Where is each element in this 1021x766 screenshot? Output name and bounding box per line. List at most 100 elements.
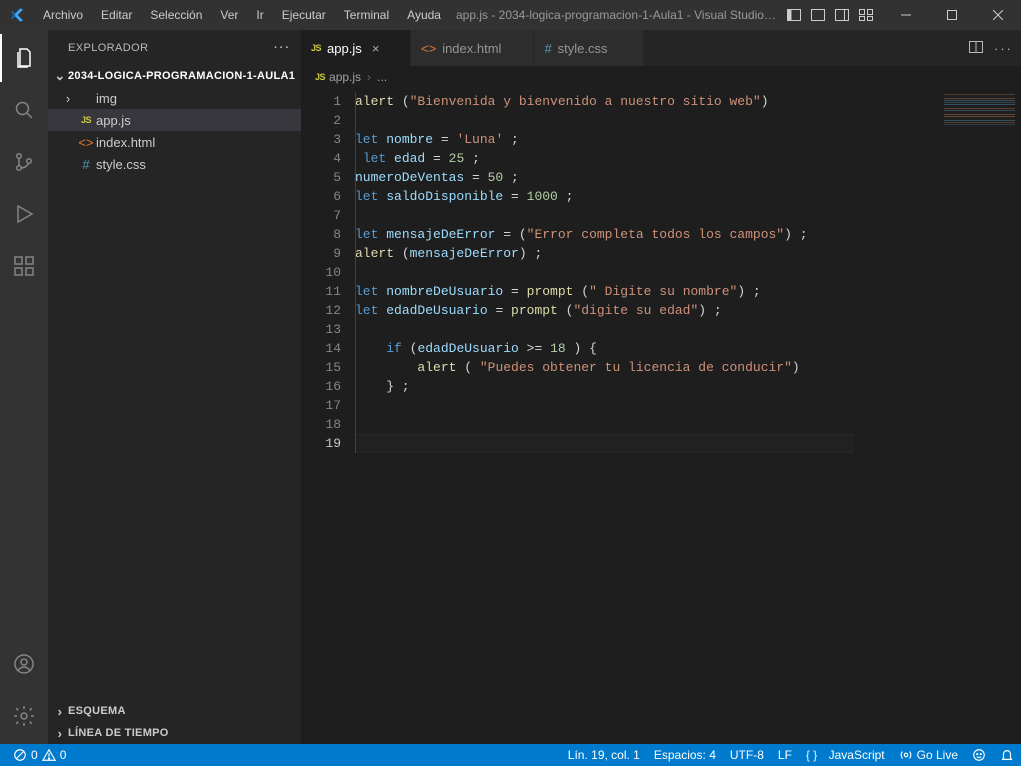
code-line: let mensajeDeError = ("Error completa to…: [355, 225, 937, 244]
code-line: let nombreDeUsuario = prompt (" Digite s…: [355, 282, 937, 301]
file-tree-item-label: app.js: [96, 113, 131, 128]
js-file-icon: JS: [311, 43, 321, 53]
file-tree-item-label: style.css: [96, 157, 146, 172]
activity-settings-icon[interactable]: [0, 692, 48, 740]
file-tree-item-label: index.html: [96, 135, 155, 150]
customize-layout-icon[interactable]: [855, 4, 877, 26]
html-file-icon: <>: [76, 135, 96, 150]
close-button[interactable]: [975, 0, 1021, 30]
code-line: let edad = 25 ;: [355, 149, 937, 168]
editor-tab-label: index.html: [442, 41, 501, 56]
timeline-section[interactable]: › LÍNEA DE TIEMPO: [48, 722, 301, 744]
close-tab-icon[interactable]: ×: [368, 41, 384, 56]
menu-ayuda[interactable]: Ayuda: [398, 2, 450, 28]
vscode-logo-icon: [0, 7, 34, 23]
status-warnings-count: 0: [60, 748, 67, 762]
file-tree-item[interactable]: #style.css: [48, 153, 301, 175]
maximize-button[interactable]: [929, 0, 975, 30]
split-editor-icon[interactable]: [968, 39, 984, 58]
code-line: [355, 111, 937, 130]
tab-bar: JSapp.js×<>index.html×#style.css× ···: [301, 30, 1021, 66]
outline-section[interactable]: › ESQUEMA: [48, 700, 301, 722]
css-file-icon: #: [76, 157, 96, 172]
minimize-button[interactable]: [883, 0, 929, 30]
code-line: alert (mensajeDeError) ;: [355, 244, 937, 263]
status-encoding[interactable]: UTF-8: [723, 744, 771, 766]
menu-selección[interactable]: Selección: [141, 2, 211, 28]
outline-label: ESQUEMA: [68, 705, 126, 717]
file-tree-item[interactable]: › img: [48, 87, 301, 109]
menubar: ArchivoEditarSelecciónVerIrEjecutarTermi…: [34, 2, 450, 28]
code-line: let saldoDisponible = 1000 ;: [355, 187, 937, 206]
chevron-right-icon: ›: [52, 704, 68, 719]
status-problems[interactable]: 0 0: [6, 744, 73, 766]
editor-tab-label: app.js: [327, 41, 362, 56]
menu-ir[interactable]: Ir: [247, 2, 272, 28]
titlebar: ArchivoEditarSelecciónVerIrEjecutarTermi…: [0, 0, 1021, 30]
code-line: let nombre = 'Luna' ;: [355, 130, 937, 149]
menu-archivo[interactable]: Archivo: [34, 2, 92, 28]
editor-tab[interactable]: JS app.js ×: [301, 30, 411, 66]
code-line: numeroDeVentas = 50 ;: [355, 168, 937, 187]
status-language-mode[interactable]: { } JavaScript: [799, 744, 892, 766]
chevron-right-icon: ›: [60, 91, 76, 106]
code-line: [355, 263, 937, 282]
status-notifications-icon[interactable]: [993, 744, 1021, 766]
code-line: [355, 206, 937, 225]
status-errors-count: 0: [31, 748, 38, 762]
toggle-panel-right-icon[interactable]: [831, 4, 853, 26]
toggle-panel-left-icon[interactable]: [783, 4, 805, 26]
folder-root-label: 2034-LOGICA-PROGRAMACION-1-AULA1: [68, 70, 295, 82]
activity-accounts-icon[interactable]: [0, 640, 48, 688]
chevron-right-icon: ›: [52, 726, 68, 741]
activity-explorer-icon[interactable]: [0, 34, 48, 82]
code-line: alert ( "Puedes obtener tu licencia de c…: [355, 358, 937, 377]
file-tree-item-label: img: [96, 91, 117, 106]
code-line: [355, 396, 937, 415]
minimap[interactable]: [937, 88, 1021, 744]
status-cursor-position[interactable]: Lín. 19, col. 1: [561, 744, 647, 766]
code-line: [355, 320, 937, 339]
code-line: [355, 415, 937, 434]
js-file-icon: JS: [315, 72, 325, 82]
activity-extensions-icon[interactable]: [0, 242, 48, 290]
chevron-right-icon: ›: [365, 70, 373, 84]
code-line: alert ("Bienvenida y bienvenido a nuestr…: [355, 92, 937, 111]
explorer-sidebar: EXPLORADOR ··· ⌄ 2034-LOGICA-PROGRAMACIO…: [48, 30, 301, 744]
menu-ver[interactable]: Ver: [211, 2, 247, 28]
editor-tab-label: style.css: [558, 41, 608, 56]
status-feedback-icon[interactable]: [965, 744, 993, 766]
activity-run-debug-icon[interactable]: [0, 190, 48, 238]
code-line: let edadDeUsuario = prompt ("digite su e…: [355, 301, 937, 320]
explorer-more-icon[interactable]: ···: [274, 42, 291, 54]
activity-bar: [0, 30, 48, 744]
timeline-label: LÍNEA DE TIEMPO: [68, 727, 169, 739]
editor-tab[interactable]: #style.css×: [534, 30, 644, 66]
status-eol[interactable]: LF: [771, 744, 799, 766]
menu-editar[interactable]: Editar: [92, 2, 141, 28]
breadcrumb[interactable]: JS app.js › ...: [301, 66, 1021, 88]
menu-ejecutar[interactable]: Ejecutar: [273, 2, 335, 28]
file-tree-item[interactable]: <>index.html: [48, 131, 301, 153]
activity-source-control-icon[interactable]: [0, 138, 48, 186]
css-file-icon: #: [544, 41, 551, 56]
editor-tab[interactable]: <>index.html×: [411, 30, 534, 66]
code-line: if (edadDeUsuario >= 18 ) {: [355, 339, 937, 358]
explorer-title: EXPLORADOR: [68, 42, 148, 54]
code-line: } ;: [355, 377, 937, 396]
status-indentation[interactable]: Espacios: 4: [647, 744, 723, 766]
more-actions-icon[interactable]: ···: [994, 41, 1013, 56]
folder-root[interactable]: ⌄ 2034-LOGICA-PROGRAMACION-1-AULA1: [48, 65, 301, 87]
activity-search-icon[interactable]: [0, 86, 48, 134]
toggle-panel-bottom-icon[interactable]: [807, 4, 829, 26]
status-go-live[interactable]: Go Live: [892, 744, 965, 766]
breadcrumb-file: app.js: [329, 70, 361, 84]
chevron-down-icon: ⌄: [52, 68, 68, 84]
code-editor[interactable]: alert ("Bienvenida y bienvenido a nuestr…: [355, 88, 937, 744]
file-tree-item[interactable]: JSapp.js: [48, 109, 301, 131]
window-title: app.js - 2034-logica-programacion-1-Aula…: [450, 8, 783, 22]
menu-terminal[interactable]: Terminal: [335, 2, 398, 28]
html-file-icon: <>: [421, 41, 436, 56]
breadcrumb-extra: ...: [377, 70, 387, 84]
line-number-gutter: 12345678910111213141516171819: [301, 88, 355, 744]
